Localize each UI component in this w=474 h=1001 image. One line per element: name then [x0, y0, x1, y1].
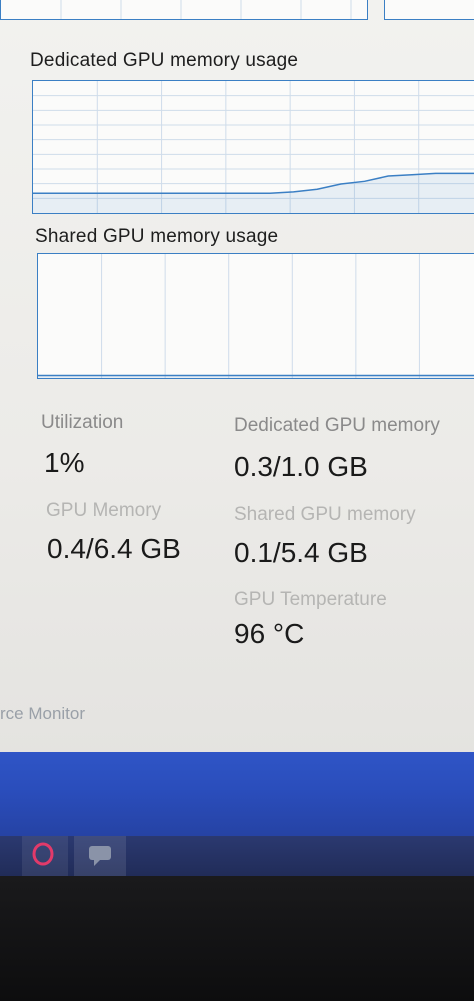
chat-icon: [89, 846, 111, 866]
gpu-temperature-value: 96 °C: [234, 618, 305, 649]
top-graph-right: [384, 0, 474, 20]
shared-gpu-memory-value: 0.1/5.4 GB: [234, 537, 368, 568]
taskbar-opera-button[interactable]: [22, 836, 68, 878]
dedicated-usage-title: Dedicated GPU memory usage: [30, 50, 299, 71]
top-graph-left-grid: [60, 0, 352, 19]
opera-icon: [32, 842, 54, 866]
dedicated-usage-chart: [33, 81, 474, 213]
gpu-temperature-label: GPU Temperature: [234, 589, 387, 610]
monitor-bezel: [0, 876, 474, 1001]
gpu-memory-value: 0.4/6.4 GB: [47, 533, 181, 564]
dedicated-gpu-memory-label: Dedicated GPU memory: [234, 415, 440, 436]
utilization-value: 1%: [44, 447, 85, 478]
utilization-label: Utilization: [41, 412, 124, 433]
dedicated-usage-graph: [32, 80, 474, 214]
shared-usage-title: Shared GPU memory usage: [35, 226, 279, 247]
shared-usage-chart: [38, 254, 474, 378]
shared-usage-graph: [37, 253, 474, 379]
performance-panel: Dedicated GPU memory usage Shared GPU me…: [0, 0, 474, 760]
taskbar-chat-button[interactable]: [74, 836, 126, 876]
top-graph-left: [0, 0, 368, 20]
shared-gpu-memory-label: Shared GPU memory: [234, 504, 416, 525]
gpu-memory-label: GPU Memory: [46, 500, 162, 521]
resource-monitor-link[interactable]: rce Monitor: [0, 704, 85, 724]
dedicated-gpu-memory-value: 0.3/1.0 GB: [234, 451, 368, 482]
